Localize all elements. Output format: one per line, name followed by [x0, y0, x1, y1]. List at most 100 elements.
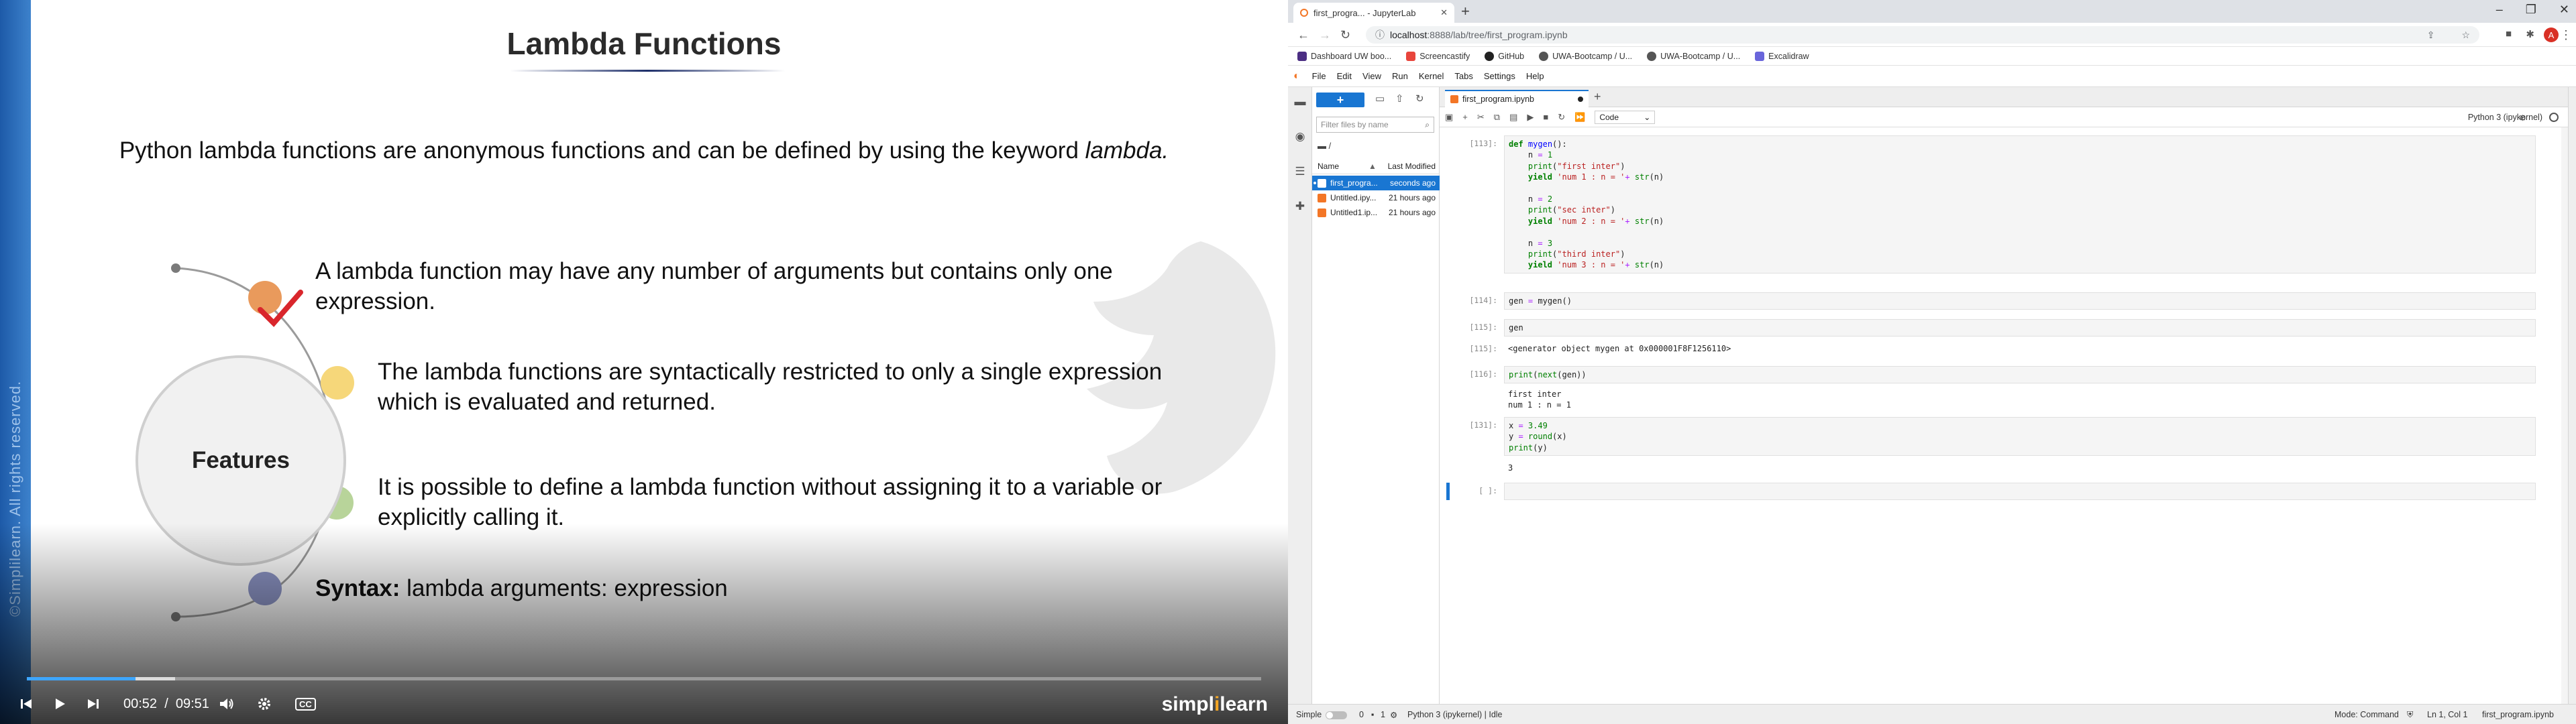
bookmark-screencastify[interactable]: Screencastify — [1406, 51, 1470, 61]
folder-icon[interactable]: ▬ — [1293, 95, 1307, 109]
file-breadcrumb[interactable]: ▬ / — [1318, 141, 1331, 151]
chevron-down-icon: ⌄ — [1644, 112, 1651, 122]
bookmark-star-icon[interactable]: ☆ — [2461, 29, 2470, 41]
copy-icon[interactable]: ⧉ — [1494, 112, 1500, 123]
minimize-icon[interactable]: – — [2496, 3, 2503, 17]
restart-icon[interactable]: ↻ — [1558, 112, 1565, 123]
menu-edit[interactable]: Edit — [1333, 71, 1356, 81]
menu-view[interactable]: View — [1358, 71, 1385, 81]
file-filter-input[interactable]: Filter files by name ⌕ — [1316, 117, 1434, 133]
maximize-icon[interactable]: ❐ — [2526, 3, 2536, 17]
save-icon[interactable]: ▣ — [1445, 112, 1453, 123]
file-row[interactable]: first_progra... seconds ago — [1312, 176, 1440, 190]
bookmark-github[interactable]: GitHub — [1485, 51, 1525, 61]
cell-input[interactable]: print(next(gen)) — [1504, 366, 2536, 383]
kernel-name[interactable]: Python 3 (ipykernel) — [2468, 113, 2542, 122]
menu-tabs[interactable]: Tabs — [1450, 71, 1477, 81]
insert-cell-icon[interactable]: + — [1462, 112, 1468, 122]
address-toolbar: ← → ↻ ⓘ localhost:8888/lab/tree/first_pr… — [1288, 23, 2576, 47]
file-row[interactable]: Untitled.ipy... 21 hours ago — [1312, 190, 1440, 205]
output-prompt: [115]: — [1469, 344, 1497, 353]
cursor-position[interactable]: Ln 1, Col 1 — [2427, 710, 2467, 719]
menu-run[interactable]: Run — [1388, 71, 1412, 81]
breadcrumb-path: / — [1328, 141, 1332, 151]
settings-gear-icon[interactable] — [256, 690, 272, 717]
column-name[interactable]: Name — [1318, 162, 1339, 171]
bookmark-uwa-bootcamp-1[interactable]: UWA-Bootcamp / U... — [1539, 51, 1632, 61]
url-bar[interactable]: ⓘ localhost:8888/lab/tree/first_program.… — [1366, 26, 2479, 44]
forward-arrow-icon[interactable]: → — [1319, 28, 1331, 42]
cell-input[interactable]: def mygen(): n = 1 print("first inter") … — [1504, 135, 2536, 274]
column-last-modified[interactable]: Last Modified — [1388, 162, 1436, 171]
share-icon[interactable]: ⇪ — [2427, 29, 2435, 41]
bookmark-label: GitHub — [1498, 51, 1525, 61]
extension-icon[interactable]: ■ — [2506, 28, 2512, 40]
notebook-tab[interactable]: first_program.ipynb — [1445, 90, 1589, 107]
bookmark-label: Excalidraw — [1768, 51, 1809, 61]
extensions-puzzle-icon[interactable]: ✱ — [2526, 28, 2534, 40]
profile-avatar[interactable]: A — [2544, 27, 2559, 42]
browser-tab-bar: first_progra... - JupyterLab ✕ + – ❐ ✕ — [1288, 0, 2576, 23]
cut-icon[interactable]: ✂ — [1477, 112, 1485, 123]
play-icon[interactable] — [52, 690, 67, 717]
notebook-tab-bar: first_program.ipynb + — [1440, 87, 2568, 107]
seek-bar[interactable] — [27, 677, 1261, 680]
browser-tab-jupyter[interactable]: first_progra... - JupyterLab ✕ — [1293, 3, 1454, 23]
close-window-icon[interactable]: ✕ — [2559, 3, 2569, 17]
time-display: 00:52 / 09:51 — [123, 690, 209, 717]
bookmark-uwa-bootcamp-2[interactable]: UWA-Bootcamp / U... — [1647, 51, 1741, 61]
bookmark-dashboard[interactable]: Dashboard UW boo... — [1297, 51, 1391, 61]
paste-icon[interactable]: ▤ — [1509, 112, 1517, 123]
kernels-count[interactable]: 1 — [1381, 710, 1385, 719]
captions-button[interactable]: CC — [295, 690, 316, 717]
file-row[interactable]: Untitled1.ip... 21 hours ago — [1312, 205, 1440, 220]
browser-menu-icon[interactable]: ⋮ — [2560, 28, 2572, 42]
simplilearn-logo: simplilearn — [1162, 693, 1268, 716]
menu-file[interactable]: File — [1308, 71, 1330, 81]
notebook-scrollbar[interactable] — [2561, 127, 2568, 704]
cell-type-select[interactable]: Code ⌄ — [1595, 110, 1656, 124]
skip-back-icon[interactable] — [19, 690, 34, 717]
file-modified: 21 hours ago — [1388, 208, 1436, 217]
menu-settings[interactable]: Settings — [1480, 71, 1519, 81]
fast-forward-icon[interactable]: ⏩ — [1574, 112, 1585, 123]
simple-mode-toggle[interactable]: Simple — [1296, 710, 1348, 719]
cell-input[interactable]: x = 3.49 y = round(x) print(y) — [1504, 417, 2536, 456]
video-player[interactable]: ©Simplilearn. All rights reserved. Lambd… — [0, 0, 1288, 724]
cell-input[interactable]: gen — [1504, 319, 2536, 337]
bookmark-excalidraw[interactable]: Excalidraw — [1755, 51, 1809, 61]
table-of-contents-icon[interactable]: ☰ — [1293, 165, 1307, 178]
run-icon[interactable]: ▶ — [1527, 112, 1534, 123]
extension-manager-icon[interactable]: ✚ — [1293, 200, 1307, 213]
brand-part-3: learn — [1220, 693, 1268, 715]
jupyter-status-bar: Simple 0 ▪ 1 ⚙ Python 3 (ipykernel) | Id… — [1288, 704, 2576, 724]
reload-icon[interactable]: ↻ — [1340, 28, 1350, 42]
volume-icon[interactable] — [219, 690, 235, 717]
new-folder-icon[interactable]: ▭ — [1375, 93, 1385, 105]
refresh-icon[interactable]: ↻ — [1415, 93, 1424, 105]
close-tab-icon[interactable]: ✕ — [1440, 7, 1448, 18]
features-circle: Features — [136, 355, 346, 566]
cell-input[interactable] — [1504, 483, 2536, 500]
back-arrow-icon[interactable]: ← — [1297, 28, 1309, 42]
bookmark-label: UWA-Bootcamp / U... — [1660, 51, 1741, 61]
file-browser: + ▭ ⇧ ↻ Filter files by name ⌕ ▬ / Name ▲… — [1312, 87, 1440, 704]
new-launcher-button[interactable]: + — [1316, 93, 1364, 107]
new-tab-icon[interactable]: + — [1461, 3, 1470, 20]
kernel-state[interactable]: Python 3 (ipykernel) | Idle — [1407, 710, 1503, 719]
terminals-count[interactable]: 0 — [1359, 710, 1364, 719]
cell-prompt: [116]: — [1469, 369, 1497, 379]
cell-input[interactable]: gen = mygen() — [1504, 292, 2536, 310]
feature-bullet-2: The lambda functions are syntactically r… — [378, 359, 1163, 415]
file-list-header: Name ▲ Last Modified — [1312, 160, 1440, 174]
new-tab-plus-icon[interactable]: + — [1594, 90, 1601, 104]
toggle-switch[interactable] — [1326, 711, 1348, 719]
skip-forward-icon[interactable] — [86, 690, 101, 717]
upload-icon[interactable]: ⇧ — [1395, 93, 1404, 105]
stop-icon[interactable]: ■ — [1543, 112, 1548, 122]
notebook-file-icon — [1318, 178, 1326, 188]
unsaved-dot-icon[interactable] — [1578, 97, 1583, 102]
menu-kernel[interactable]: Kernel — [1415, 71, 1448, 81]
menu-help[interactable]: Help — [1522, 71, 1548, 81]
running-kernels-icon[interactable]: ◉ — [1293, 130, 1307, 143]
